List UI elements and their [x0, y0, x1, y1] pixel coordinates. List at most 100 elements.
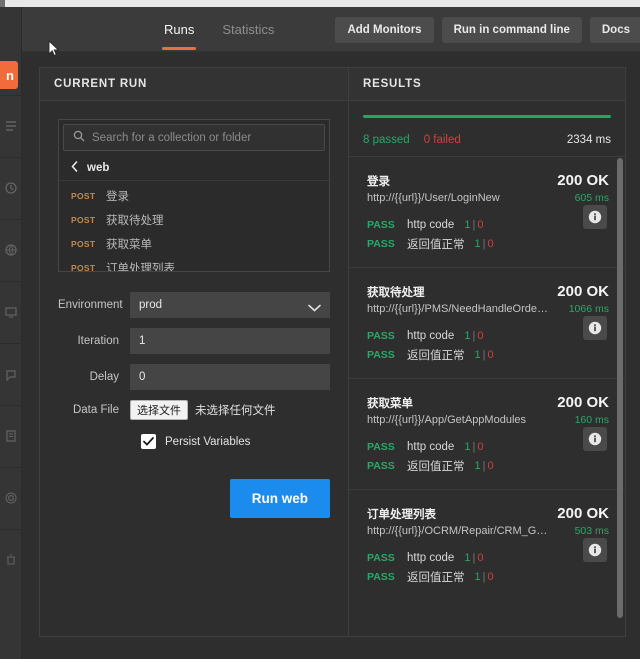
current-run-title: CURRENT RUN	[40, 68, 348, 101]
assertion-pass-count: 1	[464, 551, 471, 564]
info-icon[interactable]	[583, 316, 607, 340]
request-name: 获取待处理	[106, 215, 164, 227]
info-icon[interactable]	[583, 538, 607, 562]
add-monitors-button[interactable]: Add Monitors	[335, 16, 434, 43]
app-logo-badge[interactable]: n	[0, 61, 18, 89]
rail-environment-icon[interactable]	[4, 243, 18, 257]
rail-monitor-icon[interactable]	[4, 305, 18, 319]
rail-divider	[0, 405, 22, 406]
runner-panels: CURRENT RUN web	[39, 67, 626, 637]
result-status: 200 OK	[557, 505, 609, 522]
persist-variables-checkbox[interactable]	[141, 434, 156, 449]
assertion-separator: |	[472, 551, 476, 564]
request-list: POST 登录 POST 获取待处理 POST 获取菜单 POST 订单处理列表	[59, 181, 329, 271]
run-in-command-line-button[interactable]: Run in command line	[441, 16, 582, 43]
list-item[interactable]: POST 订单处理列表	[59, 256, 329, 271]
runner-header: Runs Statistics Add Monitors Run in comm…	[22, 7, 640, 52]
delay-label: Delay	[89, 371, 119, 383]
assertion-result: PASS	[367, 329, 395, 342]
assertion-fail-count: 0	[487, 348, 494, 361]
data-file-row: Data File 选择文件 未选择任何文件	[58, 400, 330, 420]
info-icon[interactable]	[583, 427, 607, 451]
assertion-result: PASS	[367, 348, 395, 361]
result-url: http://{{url}}/User/LoginNew	[367, 192, 500, 204]
os-title-strip	[0, 0, 640, 7]
rail-divider	[0, 467, 22, 468]
rail-divider	[0, 281, 22, 282]
collection-search-row[interactable]	[63, 124, 325, 151]
rail-docs-icon[interactable]	[4, 429, 18, 443]
search-input[interactable]	[92, 131, 315, 144]
delay-input[interactable]	[130, 364, 330, 390]
result-item: 获取菜单 http://{{url}}/App/GetAppModules 20…	[349, 379, 625, 490]
assertion-result: PASS	[367, 218, 395, 231]
data-file-control: 选择文件 未选择任何文件	[130, 400, 276, 420]
run-button-row: Run web	[58, 479, 330, 518]
assertion-name: 返回值正常	[407, 460, 465, 473]
data-file-label: Data File	[72, 404, 119, 416]
assertion-result: PASS	[367, 570, 395, 583]
rail-divider	[0, 343, 22, 344]
result-status: 200 OK	[557, 283, 609, 300]
assertion-name: 返回值正常	[407, 571, 465, 584]
assertion-separator: |	[482, 459, 486, 472]
assertion-result: PASS	[367, 440, 395, 453]
result-time: 1066 ms	[568, 302, 609, 315]
assertion-name: http code	[407, 329, 455, 342]
assertion-row: PASS 返回值正常 1 | 0	[367, 456, 609, 475]
results-list[interactable]: 登录 http://{{url}}/User/LoginNew 200 OK 6…	[349, 157, 625, 636]
assertion-name: http code	[407, 551, 455, 564]
progress-bar-track	[363, 115, 611, 118]
passed-count: 8 passed	[363, 134, 410, 146]
rail-collection-icon[interactable]	[4, 119, 18, 133]
rail-settings-icon[interactable]	[4, 491, 18, 505]
request-name: 获取菜单	[106, 239, 152, 251]
summary-line: 8 passed 0 failed 2334 ms	[363, 134, 611, 146]
request-method: POST	[71, 191, 96, 201]
list-item[interactable]: POST 获取待处理	[59, 208, 329, 232]
docs-button[interactable]: Docs	[589, 16, 640, 43]
environment-select[interactable]: prod	[130, 292, 330, 318]
assertion-result: PASS	[367, 237, 395, 250]
assertion-pass-count: 1	[474, 570, 481, 583]
chevron-left-icon[interactable]	[71, 159, 78, 177]
assertion-name: 返回值正常	[407, 238, 465, 251]
run-collection-button[interactable]: Run web	[229, 479, 330, 518]
iteration-input[interactable]	[130, 328, 330, 354]
results-title: RESULTS	[349, 68, 625, 101]
run-config-form: Environment prod Iteration 1 Delay 0 Dat…	[58, 292, 330, 518]
list-item[interactable]: POST 登录	[59, 184, 329, 208]
tab-statistics[interactable]: Statistics	[220, 7, 276, 52]
result-time: 605 ms	[574, 191, 609, 204]
rail-history-icon[interactable]	[4, 181, 18, 195]
result-item: 登录 http://{{url}}/User/LoginNew 200 OK 6…	[349, 157, 625, 268]
assertion-fail-count: 0	[477, 440, 484, 453]
choose-file-button[interactable]: 选择文件	[130, 400, 188, 420]
assertion-separator: |	[472, 329, 476, 342]
rail-trash-icon[interactable]	[4, 553, 18, 567]
assertion-separator: |	[472, 440, 476, 453]
failed-count: 0 failed	[423, 134, 461, 146]
environment-row: Environment prod	[58, 292, 330, 318]
assertion-fail-count: 0	[477, 218, 484, 231]
header-actions: Add Monitors Run in command line Docs	[335, 7, 640, 52]
result-url: http://{{url}}/PMS/NeedHandleOrder/...	[367, 303, 550, 315]
results-scrollbar[interactable]	[617, 158, 623, 618]
list-item[interactable]: POST 获取菜单	[59, 232, 329, 256]
assertion-row: PASS http code 1 | 0	[367, 437, 609, 456]
assertion-result: PASS	[367, 459, 395, 472]
assertion-pass-count: 1	[474, 348, 481, 361]
assertion-fail-count: 0	[487, 459, 494, 472]
info-icon[interactable]	[583, 205, 607, 229]
file-status-text: 未选择任何文件	[195, 405, 276, 417]
result-name: 登录	[367, 176, 390, 188]
breadcrumb-web[interactable]: web	[59, 156, 329, 181]
result-status: 200 OK	[557, 172, 609, 189]
assertion-fail-count: 0	[487, 237, 494, 250]
rail-divider	[0, 529, 22, 530]
rail-mock-icon[interactable]	[4, 367, 18, 382]
assertion-separator: |	[482, 348, 486, 361]
tab-runs[interactable]: Runs	[162, 7, 197, 52]
request-method: POST	[71, 263, 96, 271]
assertion-pass-count: 1	[464, 329, 471, 342]
